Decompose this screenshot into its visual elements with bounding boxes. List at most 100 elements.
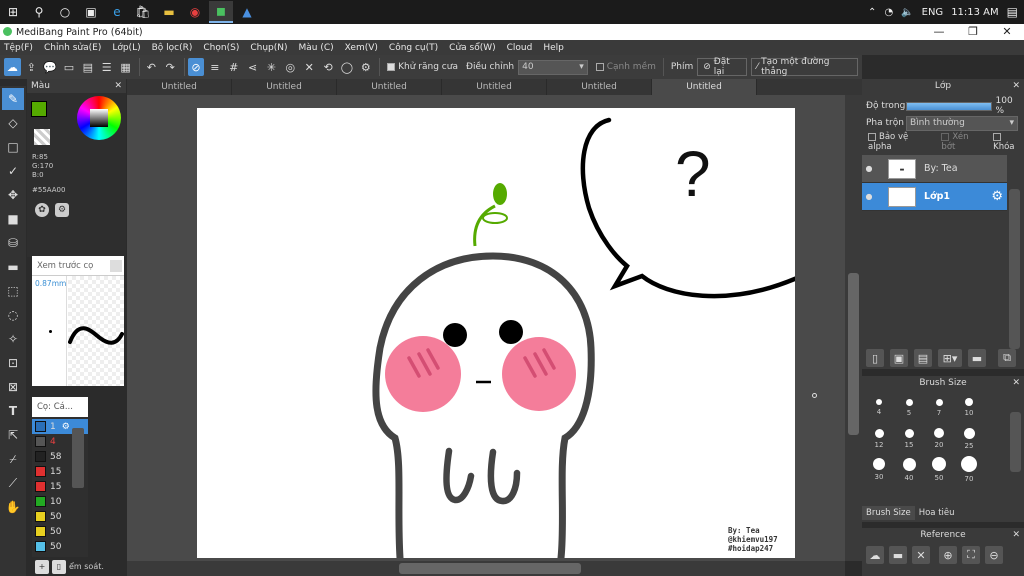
parallel-snap-icon[interactable]: ≡ [206,58,223,76]
comment-icon[interactable]: 💬 [42,58,59,76]
reset-button[interactable]: ⊘ Đặt lại [697,57,747,77]
chrome-icon[interactable]: ◉ [183,1,207,23]
network-icon[interactable]: ◔ [884,7,893,18]
curve-icon[interactable]: ⟲ [320,58,337,76]
tab-untitled-6[interactable]: Untitled [652,79,757,95]
snap-off-icon[interactable]: ⊘ [187,58,205,76]
eraser-tool-icon[interactable]: ◇ [2,112,24,134]
select-rect-icon[interactable]: ⬚ [2,280,24,302]
move-tool-icon[interactable]: ✥ [2,184,24,206]
layer-mask-icon[interactable]: ▤ [914,349,932,367]
menu-filter[interactable]: Bộ lọc(R) [152,43,193,53]
settings-icon[interactable]: ⚙ [357,58,374,76]
horizontal-scrollbar[interactable] [127,561,845,576]
opacity-slider[interactable] [905,101,992,111]
brush-size-option[interactable]: 7 [924,392,954,423]
color-square[interactable] [90,109,108,127]
menu-select[interactable]: Chọn(S) [203,43,239,53]
brush-size-option[interactable]: 25 [954,423,984,454]
tab-untitled-5[interactable]: Untitled [547,79,652,95]
photos-icon[interactable]: ▲ [235,1,259,23]
maximize-button[interactable]: ❐ [956,24,990,40]
cortana-icon[interactable]: ○ [53,1,77,23]
tab-untitled-2[interactable]: Untitled [232,79,337,95]
close-icon[interactable]: ✕ [114,79,122,93]
tab-navigator[interactable]: Hoa tiêu [915,506,959,520]
volume-icon[interactable]: 🔈 [901,7,913,18]
chevron-down-icon[interactable]: ▾ [579,61,584,74]
menu-file[interactable]: Tệp(F) [4,43,33,53]
blend-select[interactable]: Bình thường ▾ [906,115,1018,131]
close-button[interactable]: ✕ [990,24,1024,40]
canvas-area[interactable]: ? By: Tea @khiemvu197 #hoidap247 [127,95,845,561]
menu-edit[interactable]: Chỉnh sửa(E) [44,43,101,53]
list-icon[interactable]: ☰ [98,58,115,76]
zoom-out-icon[interactable]: ⊖ [985,546,1003,564]
curve-snap-icon[interactable]: ✕ [301,58,318,76]
select-pen-icon[interactable]: ⊡ [2,352,24,374]
grid-snap-icon[interactable]: # [225,58,242,76]
transparent-color[interactable] [34,129,50,145]
add-layer-menu-icon[interactable]: ⊞▾ [938,349,962,367]
brush-size-option[interactable]: 10 [954,392,984,423]
adjust-input[interactable]: 40 ▾ [518,59,588,75]
lasso-tool-icon[interactable]: ◌ [2,304,24,326]
brush-size-scrollbar[interactable] [1010,412,1021,472]
menu-cloud[interactable]: Cloud [507,43,533,53]
document-icon[interactable]: ▤ [79,58,96,76]
sharp-edge-option[interactable]: Cạnh mềm [595,62,656,72]
close-icon[interactable]: ✕ [1012,528,1020,542]
fill-rect-tool-icon[interactable]: ■ [2,208,24,230]
magic-wand-icon[interactable]: ✧ [2,328,24,350]
add-brush-icon[interactable]: + [35,559,49,574]
undo-icon[interactable]: ↶ [143,58,160,76]
antialias-option[interactable]: Khử răng cưa [387,62,458,72]
tab-untitled-3[interactable]: Untitled [337,79,442,95]
select-eraser-icon[interactable]: ⊠ [2,376,24,398]
bucket-tool-icon[interactable]: ⛁ [2,232,24,254]
windows-icon[interactable]: ⊞ [1,1,25,23]
new-layer-icon[interactable]: ▯ [866,349,884,367]
clip-option[interactable]: Xén bớt [941,132,983,152]
redo-icon[interactable]: ↷ [162,58,179,76]
circle-snap-icon[interactable]: ◎ [282,58,299,76]
layer-row-lop1[interactable]: ● Lớp1 ⚙ [862,183,1007,211]
vertical-scroll-thumb[interactable] [848,273,859,435]
menu-layer[interactable]: Lớp(L) [112,43,140,53]
color-wheel[interactable] [77,96,121,140]
tab-untitled-1[interactable]: Untitled [127,79,232,95]
close-icon[interactable]: ✕ [1012,79,1020,93]
task-view-icon[interactable]: ▣ [79,1,103,23]
lock-option[interactable]: Khóa [993,132,1024,152]
palette-icon[interactable]: ✿ [35,203,49,217]
visibility-icon[interactable]: ● [862,192,876,201]
perspective-snap-icon[interactable]: ⋖ [244,58,261,76]
grid-icon[interactable]: ▦ [117,58,134,76]
brush-size-option[interactable]: 15 [894,423,924,454]
minimize-button[interactable]: — [922,24,956,40]
duplicate-layer-icon[interactable]: ▣ [890,349,908,367]
gear-icon[interactable]: ⚙ [991,189,1003,204]
divide-tool-icon[interactable]: ⟋ [2,472,24,494]
brush-size-option[interactable]: 70 [954,454,984,485]
store-icon[interactable]: 🛍 [131,1,155,23]
edge-icon[interactable]: e [105,1,129,23]
zoom-in-icon[interactable]: ⊕ [939,546,957,564]
open-folder-icon[interactable]: ▬ [889,546,907,564]
tab-untitled-4[interactable]: Untitled [442,79,547,95]
line-tool-icon[interactable]: ✓ [2,160,24,182]
page-icon[interactable]: ▯ [52,559,66,574]
brush-list-item[interactable]: 50 [32,524,88,539]
radial-snap-icon[interactable]: ✳ [263,58,280,76]
stamp-icon[interactable]: ▭ [61,58,78,76]
brush-size-option[interactable]: 50 [924,454,954,485]
folder-icon[interactable]: ▬ [968,349,986,367]
brush-size-option[interactable]: 20 [924,423,954,454]
medibang-icon[interactable]: ◼ [209,1,233,23]
gear-icon[interactable]: ⚙ [62,422,70,432]
notification-icon[interactable]: ▤ [1007,5,1018,19]
shape-tool-icon[interactable]: □ [2,136,24,158]
brush-list-item[interactable]: 50 [32,539,88,554]
layer-row-text[interactable]: ● ▬ By: Tea [862,155,1007,183]
menu-capture[interactable]: Chụp(N) [250,43,287,53]
